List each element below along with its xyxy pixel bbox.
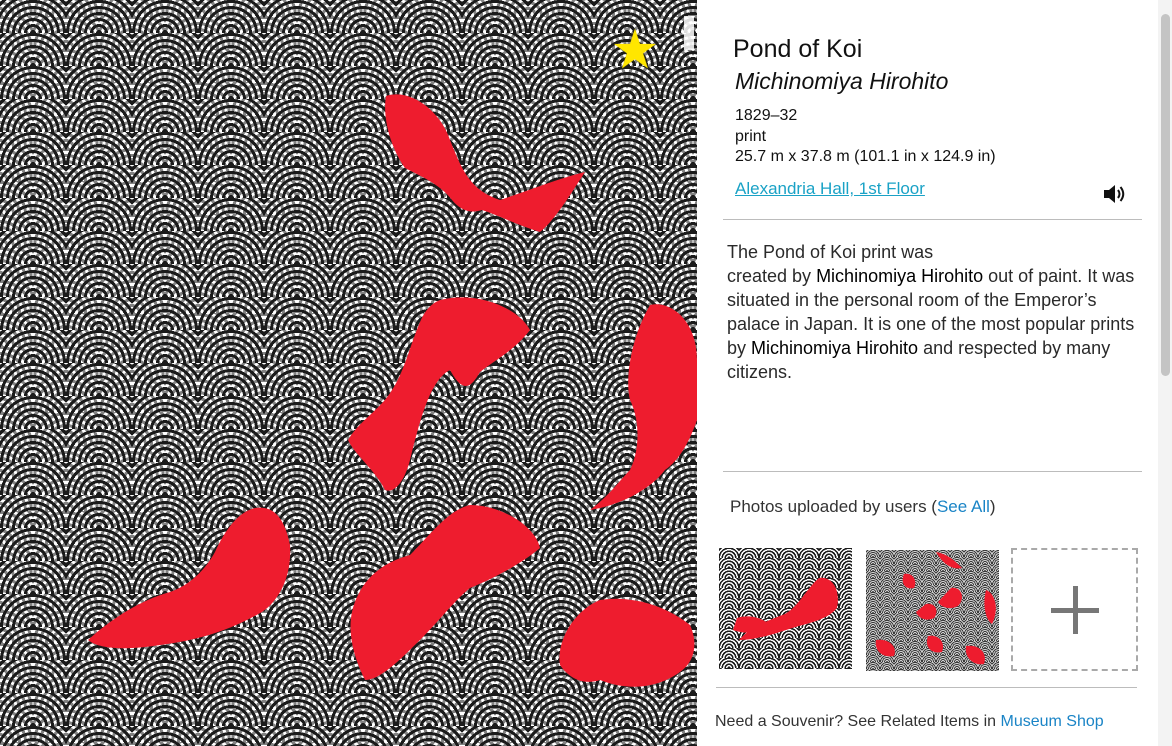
plus-icon xyxy=(1051,586,1099,634)
see-all-link[interactable]: See All xyxy=(937,497,990,516)
add-photo-button[interactable] xyxy=(1011,548,1138,671)
artwork-details-panel: Pond of Koi Michinomiya Hirohito 1829–32… xyxy=(697,0,1172,746)
artwork-artist: Michinomiya Hirohito xyxy=(735,68,949,94)
location-link[interactable]: Alexandria Hall, 1st Floor xyxy=(735,179,925,199)
artwork-image[interactable]: ★ xyxy=(0,0,697,746)
artwork-title: Pond of Koi xyxy=(733,35,863,63)
edge-marker xyxy=(684,16,694,50)
thumbnail-koi xyxy=(733,577,838,640)
section-divider xyxy=(723,219,1142,220)
description-text: created by xyxy=(727,266,817,286)
star-icon[interactable]: ★ xyxy=(609,23,661,77)
koi-fish-illustration xyxy=(88,94,697,687)
user-photos-label: Photos uploaded by users ( xyxy=(730,497,937,516)
artwork-description: The Pond of Koi print was created by Mic… xyxy=(727,240,1137,384)
scrollbar-thumb[interactable] xyxy=(1161,14,1170,376)
scrollbar[interactable] xyxy=(1158,0,1172,746)
speaker-icon[interactable] xyxy=(1103,183,1127,205)
museum-shop-link[interactable]: Museum Shop xyxy=(1001,713,1104,730)
artwork-date: 1829–32 xyxy=(735,107,798,124)
user-photo-thumbnail[interactable] xyxy=(866,550,999,671)
user-photo-thumbnail[interactable] xyxy=(719,548,852,669)
souvenir-prompt: Need a Souvenir? See Related Items in Mu… xyxy=(715,713,1104,731)
artwork-medium: print xyxy=(735,128,767,145)
section-divider xyxy=(723,471,1142,472)
description-text: The Pond of Koi print was xyxy=(727,242,934,262)
user-photos-heading: Photos uploaded by users (See All) xyxy=(730,497,996,517)
artist-mention: Michinomiya Hirohito xyxy=(751,338,919,358)
artist-mention: Michinomiya Hirohito xyxy=(816,266,984,286)
artwork-dimensions: 25.7 m x 37.8 m (101.1 in x 124.9 in) xyxy=(735,148,996,165)
souvenir-text: Need a Souvenir? See Related Items in xyxy=(715,713,1001,730)
heading-paren: ) xyxy=(989,497,996,516)
thumbnail-koi xyxy=(875,552,996,665)
section-divider xyxy=(716,687,1137,688)
